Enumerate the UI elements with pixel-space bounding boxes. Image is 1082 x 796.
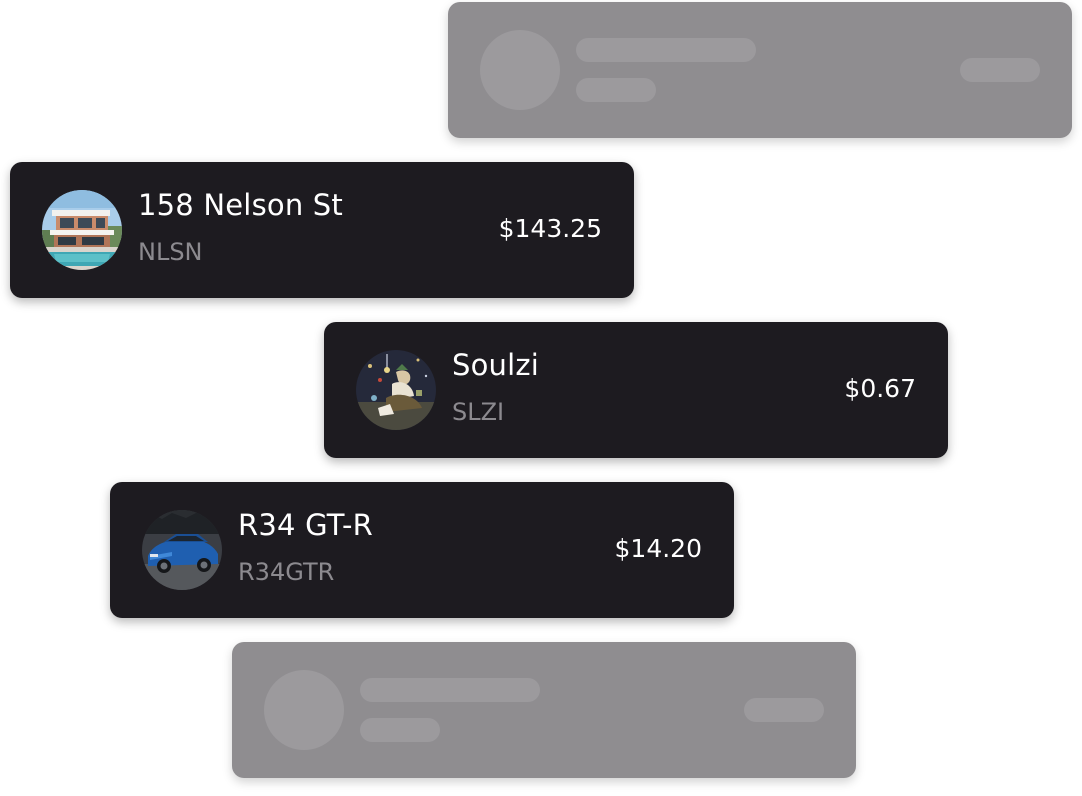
placeholder-price-line [960,58,1040,82]
asset-price: $14.20 [614,534,702,563]
asset-card-nelson[interactable]: 158 Nelson St NLSN $143.25 [10,162,634,298]
placeholder-title-line [576,38,756,62]
placeholder-title-line [360,678,540,702]
car-image-icon [142,510,222,590]
placeholder-price-line [744,698,824,722]
placeholder-avatar [264,670,344,750]
character-art-icon [356,350,436,430]
placeholder-avatar [480,30,560,110]
house-avatar [42,190,122,270]
asset-card-r34[interactable]: R34 GT-R R34GTR $14.20 [110,482,734,618]
asset-ticker: NLSN [138,238,203,266]
asset-ticker: R34GTR [238,558,335,586]
asset-name: R34 GT-R [238,508,373,542]
placeholder-card-top [448,2,1072,138]
asset-name: 158 Nelson St [138,188,343,222]
character-avatar [356,350,436,430]
asset-price: $0.67 [844,374,916,403]
car-avatar [142,510,222,590]
asset-card-soulzi[interactable]: Soulzi SLZI $0.67 [324,322,948,458]
house-image-icon [42,190,122,270]
placeholder-subtitle-line [360,718,440,742]
asset-ticker: SLZI [452,398,505,426]
placeholder-card-bottom [232,642,856,778]
placeholder-subtitle-line [576,78,656,102]
asset-price: $143.25 [498,214,602,243]
asset-name: Soulzi [452,348,540,382]
